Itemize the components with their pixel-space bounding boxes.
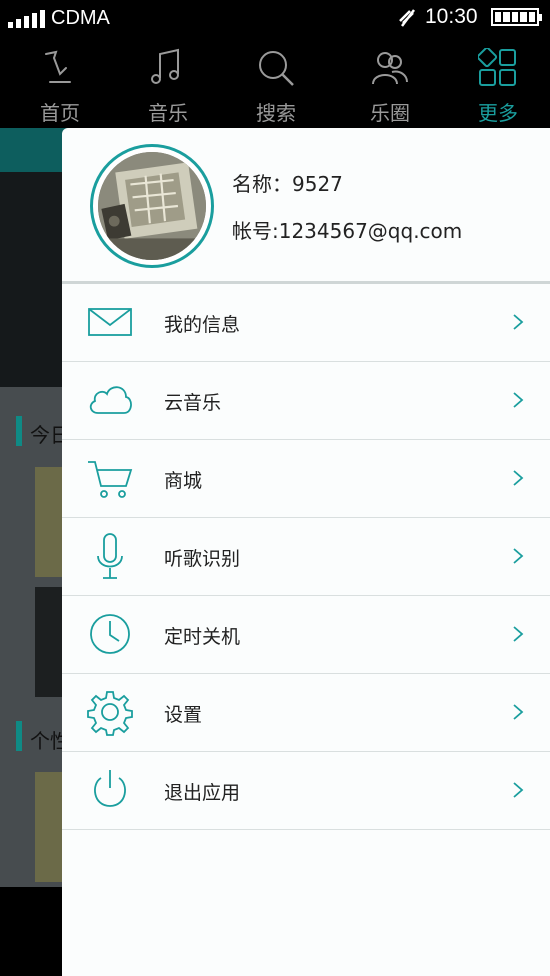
side-drawer: 名称：9527 帐号:1234567@qq.com 我的信息 云音乐 商城 听歌… [62, 128, 550, 976]
menu-item-label: 商城 [164, 470, 203, 492]
signal-icon [8, 8, 45, 28]
chevron-right-icon [513, 314, 524, 330]
cloud-icon [89, 386, 132, 414]
tab-more[interactable]: 更多 [443, 36, 550, 128]
chevron-right-icon [513, 704, 524, 720]
mail-icon [88, 308, 132, 336]
profile-account: 帐号:1234567@qq.com [232, 219, 463, 243]
grid-icon [478, 48, 516, 86]
menu-item-settings[interactable]: 设置 [62, 674, 550, 752]
menu-item-label: 设置 [164, 704, 203, 726]
drawer-menu: 我的信息 云音乐 商城 听歌识别 定时关机 设置 退出应用 [62, 284, 550, 830]
tab-music-label: 音乐 [148, 101, 188, 125]
tab-home-label: 首页 [40, 101, 80, 125]
tab-circle-label: 乐圈 [370, 101, 410, 125]
menu-item-label: 定时关机 [164, 626, 241, 648]
home-icon [45, 50, 71, 83]
tab-search-label: 搜索 [256, 101, 296, 125]
chevron-right-icon [513, 548, 524, 564]
search-icon [259, 51, 294, 86]
menu-item-cloud-music[interactable]: 云音乐 [62, 362, 550, 440]
top-navigation: 首页 音乐 搜索 乐圈 更多 [0, 36, 550, 128]
album-thumbnail [35, 467, 65, 577]
chevron-right-icon [513, 392, 524, 408]
menu-item-song-recognition[interactable]: 听歌识别 [62, 518, 550, 596]
menu-item-exit-app[interactable]: 退出应用 [62, 752, 550, 830]
chevron-right-icon [513, 470, 524, 486]
chevron-right-icon [513, 782, 524, 798]
battery-icon [491, 8, 542, 26]
tab-more-label: 更多 [478, 101, 518, 125]
menu-item-store[interactable]: 商城 [62, 440, 550, 518]
menu-item-sleep-timer[interactable]: 定时关机 [62, 596, 550, 674]
gear-icon [87, 691, 133, 736]
album-thumbnail [35, 587, 65, 697]
cart-icon [88, 461, 133, 498]
status-bar: CDMA 10:30 [0, 0, 550, 36]
chevron-right-icon [513, 626, 524, 642]
microphone-icon [97, 533, 123, 579]
carrier-label: CDMA [51, 7, 110, 29]
menu-item-my-info[interactable]: 我的信息 [62, 284, 550, 362]
clock-time: 10:30 [425, 5, 478, 28]
tab-music[interactable]: 音乐 [113, 36, 223, 128]
music-note-icon [151, 48, 179, 84]
power-icon [94, 770, 126, 807]
profile-name: 名称：9527 [232, 172, 343, 196]
avatar[interactable] [90, 144, 214, 268]
menu-item-label: 云音乐 [164, 392, 222, 414]
tab-search[interactable]: 搜索 [221, 36, 331, 128]
menu-item-label: 听歌识别 [164, 548, 241, 570]
menu-item-label: 退出应用 [164, 782, 241, 804]
tab-home[interactable]: 首页 [5, 36, 115, 128]
clock-icon [90, 614, 130, 654]
mute-icon [399, 9, 415, 27]
album-thumbnail [35, 772, 65, 882]
menu-item-label: 我的信息 [164, 314, 241, 336]
tab-circle[interactable]: 乐圈 [335, 36, 445, 128]
avatar-image [98, 152, 206, 260]
people-icon [372, 52, 408, 85]
profile-header[interactable]: 名称：9527 帐号:1234567@qq.com [62, 128, 550, 283]
